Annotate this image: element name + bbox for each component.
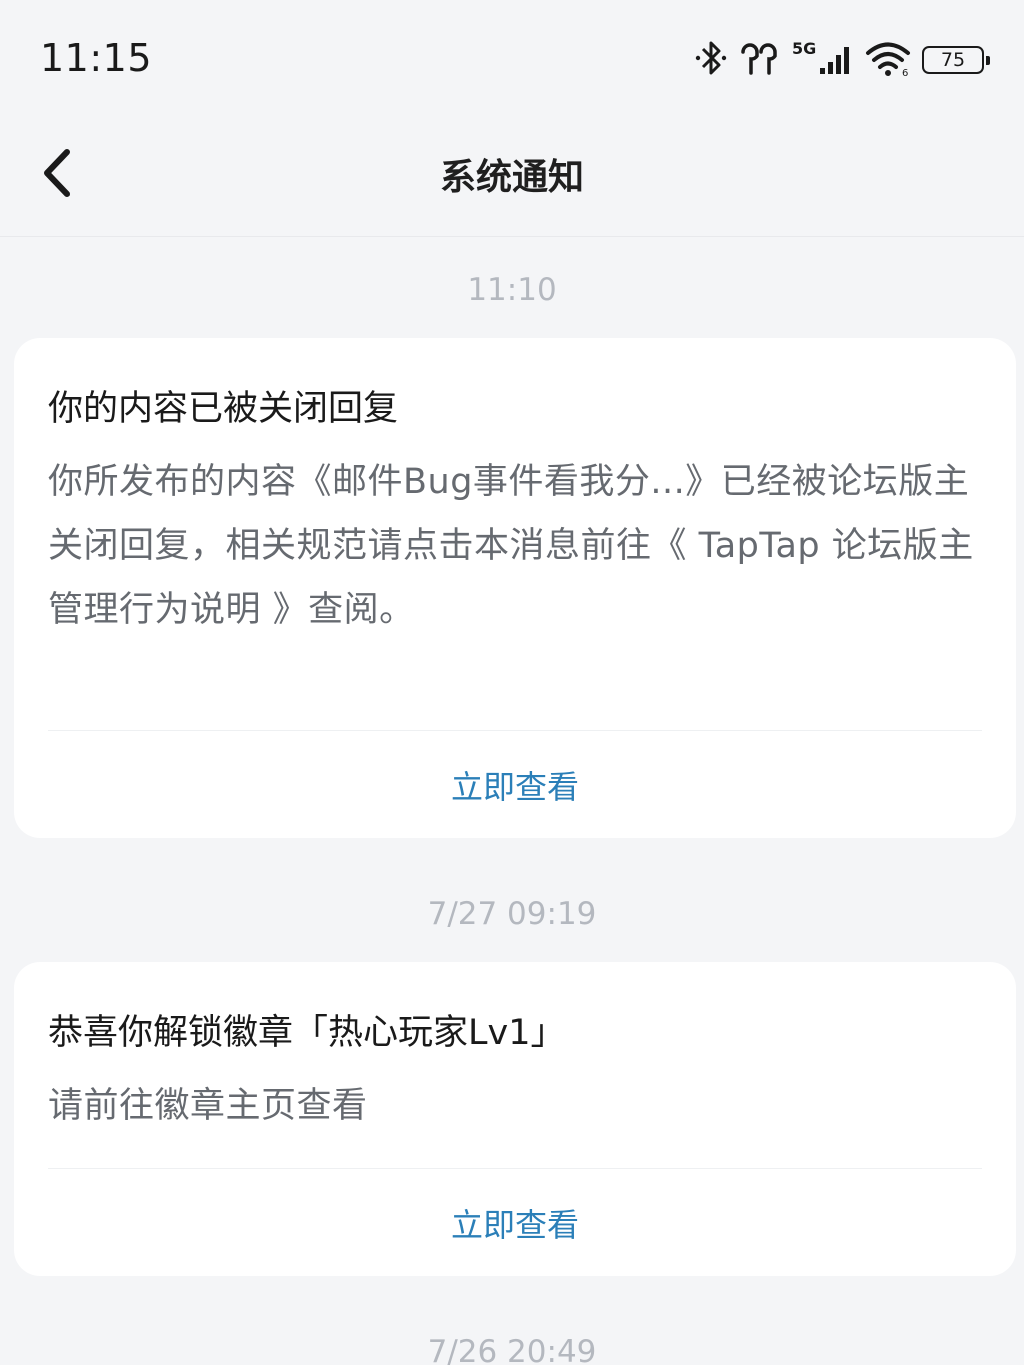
view-now-button[interactable]: 立即查看 (14, 1200, 1016, 1246)
svg-text:5G: 5G (792, 39, 816, 58)
notification-title: 你的内容已被关闭回复 (48, 389, 399, 429)
nav-bar: 系统通知 (0, 118, 1024, 237)
page-title: 系统通知 (439, 157, 584, 198)
notification-body: 请前往徽章主页查看 (48, 1086, 368, 1126)
earbuds-icon (738, 38, 780, 82)
notification-timestamp: 7/27 09:19 (427, 896, 597, 932)
status-icons: 5G 6 75 (694, 38, 990, 82)
notification-timestamp: 11:10 (467, 272, 557, 308)
status-time: 11:15 (40, 36, 153, 80)
notification-page: 11:15 5G 6 75 系统通知 11:10 你的内容已被关闭回复 你所发布… (0, 0, 1024, 1365)
5g-signal-icon: 5G (790, 38, 854, 82)
wifi-icon: 6 (864, 38, 912, 82)
bluetooth-icon (694, 38, 728, 82)
notification-title: 恭喜你解锁徽章「热心玩家Lv1」 (48, 1013, 566, 1053)
notification-body: 你所发布的内容《邮件Bug事件看我分...》已经被论坛版主关闭回复，相关规范请点… (48, 462, 974, 630)
card-divider (48, 730, 982, 731)
status-bar: 11:15 5G 6 75 (0, 0, 1024, 118)
card-divider (48, 1168, 982, 1169)
battery-icon: 75 (922, 46, 990, 74)
svg-text:6: 6 (902, 68, 908, 78)
view-now-button[interactable]: 立即查看 (14, 762, 1016, 808)
notification-card[interactable]: 你的内容已被关闭回复 你所发布的内容《邮件Bug事件看我分...》已经被论坛版主… (14, 338, 1016, 838)
notification-timestamp: 7/26 20:49 (427, 1334, 597, 1365)
notification-card[interactable]: 恭喜你解锁徽章「热心玩家Lv1」 请前往徽章主页查看 立即查看 (14, 962, 1016, 1276)
